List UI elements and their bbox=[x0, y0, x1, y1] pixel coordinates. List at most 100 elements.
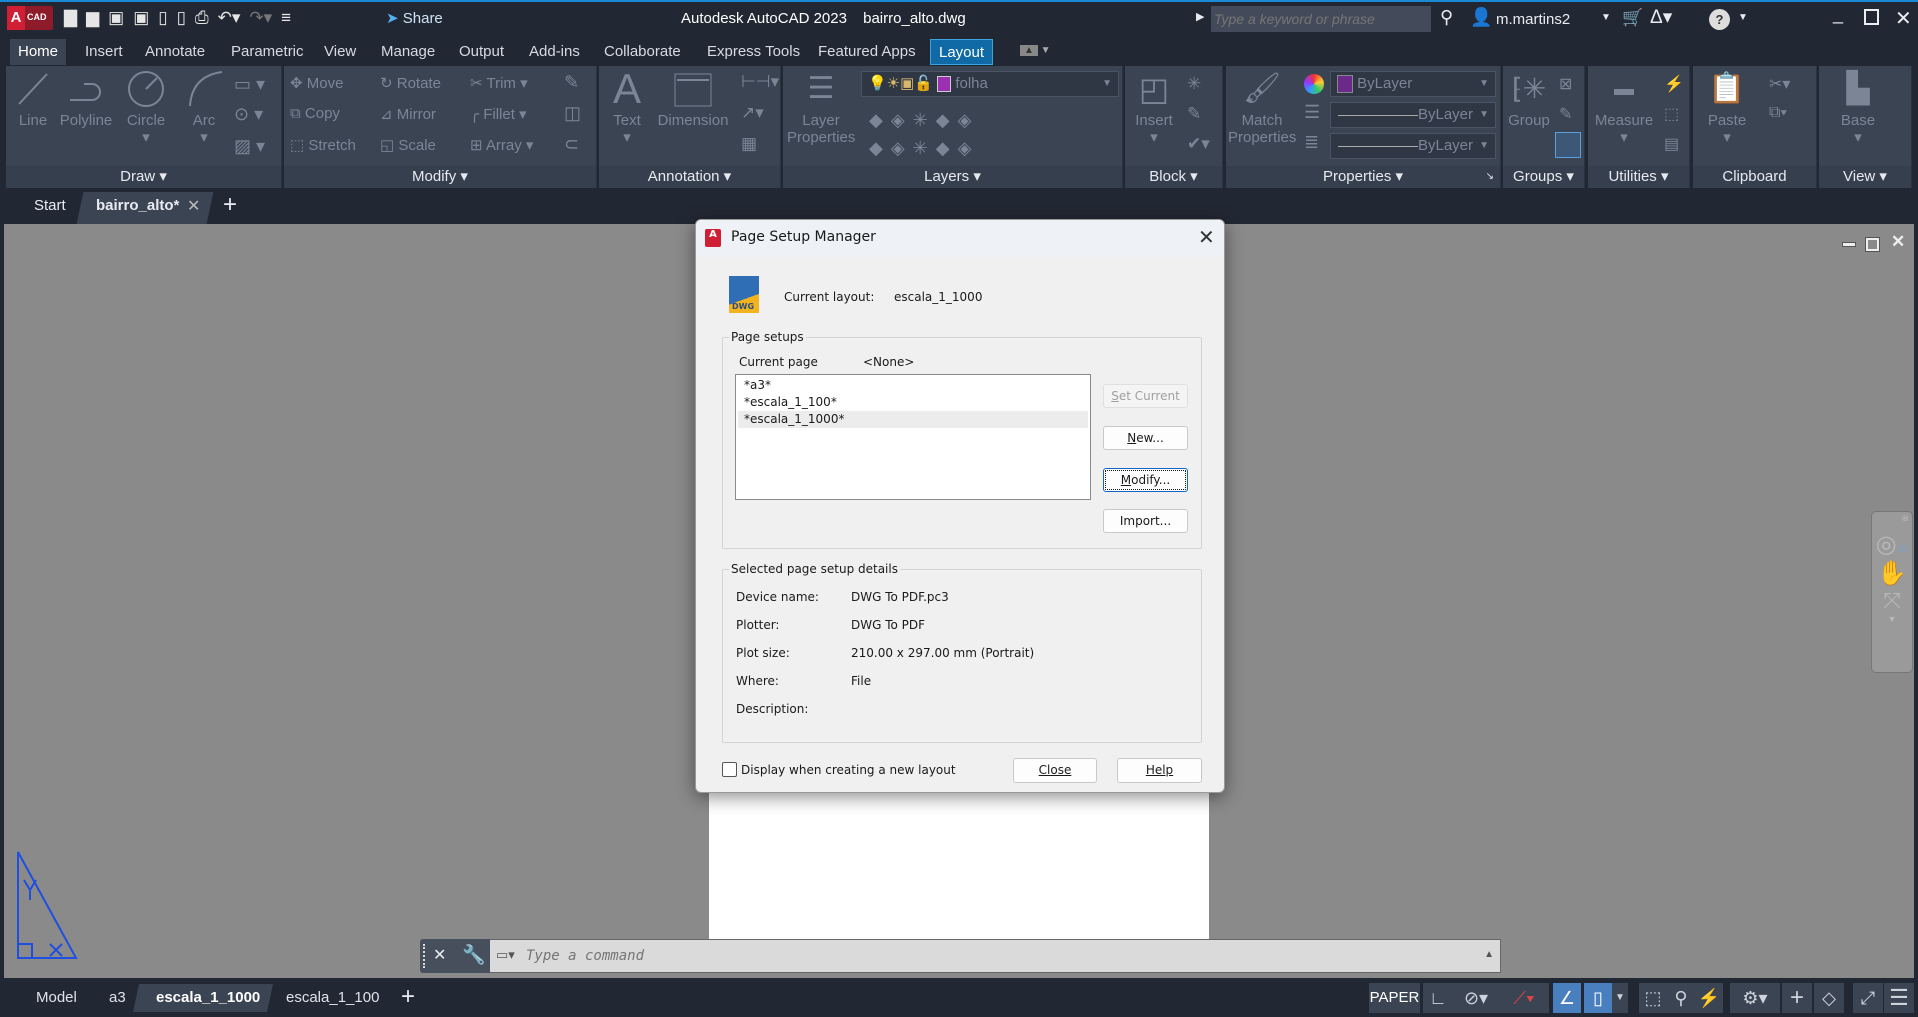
customize-qat-icon[interactable]: ≡ bbox=[281, 8, 291, 28]
layout-tab-a3[interactable]: a3 bbox=[99, 984, 136, 1012]
command-input[interactable] bbox=[526, 944, 1426, 968]
user-icon[interactable]: 👤 bbox=[1470, 7, 1492, 28]
dialog-launcher-icon[interactable]: ↘ bbox=[1486, 166, 1494, 188]
layout-tab-model[interactable]: Model bbox=[26, 984, 87, 1012]
dimension-button[interactable]: Dimension bbox=[655, 70, 731, 129]
annotation-monitor-icon[interactable]: + bbox=[1782, 983, 1812, 1013]
explode-icon[interactable]: ◫ bbox=[564, 103, 581, 124]
list-item[interactable]: *escala_1_100* bbox=[738, 394, 1088, 411]
tab-manage[interactable]: Manage bbox=[373, 39, 443, 65]
viewport-restore-icon[interactable] bbox=[1865, 237, 1880, 252]
app-logo[interactable]: A CAD bbox=[7, 6, 53, 30]
panel-title-block[interactable]: Block ▾ bbox=[1125, 166, 1222, 188]
panel-title-draw[interactable]: Draw ▾ bbox=[6, 166, 281, 188]
group-selection-icon[interactable] bbox=[1555, 132, 1581, 158]
annotation-visibility-icon[interactable]: ∠ bbox=[1553, 983, 1581, 1013]
panel-title-properties[interactable]: Properties ▾ ↘ bbox=[1226, 166, 1500, 188]
layer-dropdown[interactable]: 💡☀▣🔓 folha ▼ bbox=[861, 71, 1119, 97]
tab-home[interactable]: Home bbox=[10, 39, 67, 65]
rotate-button[interactable]: ↻ Rotate bbox=[380, 74, 441, 92]
steering-wheel-icon[interactable]: ◎2D bbox=[1872, 530, 1912, 559]
quick-select-icon[interactable]: ⚡ bbox=[1664, 74, 1684, 94]
edit-block-icon[interactable]: ✎ bbox=[1187, 104, 1201, 124]
group-edit-icon[interactable]: ✎ bbox=[1559, 104, 1572, 124]
save-icon[interactable]: ▣ bbox=[108, 8, 124, 28]
offset-icon[interactable]: ⊂ bbox=[564, 134, 579, 155]
page-setups-list[interactable]: *a3* *escala_1_100* *escala_1_1000* bbox=[735, 374, 1091, 500]
move-button[interactable]: ✥ Move bbox=[290, 74, 343, 92]
list-item[interactable]: *a3* bbox=[738, 377, 1088, 394]
lineweight-dropdown[interactable]: ByLayer ▼ bbox=[1330, 133, 1496, 159]
save-to-web-icon[interactable]: ▯ bbox=[177, 8, 186, 28]
modify-button[interactable]: Modify... bbox=[1103, 468, 1188, 492]
lineweight-icon[interactable]: ≣ bbox=[1304, 132, 1319, 153]
panel-title-annotation[interactable]: Annotation ▾ bbox=[599, 166, 780, 188]
array-button[interactable]: ⊞ Array ▾ bbox=[470, 136, 533, 154]
calculator-icon[interactable]: ▤ bbox=[1664, 134, 1679, 154]
layer-tools-row-2[interactable]: ◆◈✳◆◈ bbox=[869, 138, 979, 159]
plot-icon[interactable]: ⎙ bbox=[195, 8, 209, 28]
panel-title-utilities[interactable]: Utilities ▾ bbox=[1588, 166, 1689, 188]
viewport-scale-icon[interactable]: ▯ bbox=[1584, 983, 1612, 1013]
search-icon[interactable]: ⚲ bbox=[1440, 7, 1453, 28]
layout-tab-escala-1-100[interactable]: escala_1_100 bbox=[276, 984, 389, 1012]
linetype-icon[interactable]: ☰ bbox=[1304, 102, 1320, 123]
close-command-line-icon[interactable]: ✕ bbox=[433, 945, 446, 965]
tab-annotate[interactable]: Annotate bbox=[137, 39, 213, 65]
panel-title-clipboard[interactable]: Clipboard bbox=[1693, 166, 1816, 188]
minimize-window-icon[interactable]: _ bbox=[1833, 4, 1843, 25]
search-input[interactable] bbox=[1211, 6, 1431, 32]
mirror-button[interactable]: ⊿ Mirror bbox=[380, 105, 436, 123]
copy-button[interactable]: ⧉ Copy bbox=[290, 105, 340, 122]
base-view-button[interactable]: ▙ Base ▾ bbox=[1833, 70, 1883, 146]
text-button[interactable]: A Text ▾ bbox=[605, 68, 649, 147]
share-button[interactable]: ➤ Share bbox=[386, 9, 443, 27]
tab-output[interactable]: Output bbox=[451, 39, 512, 65]
redo-icon[interactable]: ↷▾ bbox=[249, 8, 272, 28]
navbar-dropdown-icon[interactable]: ▼ bbox=[1872, 614, 1912, 624]
isometric-icon[interactable]: ⟋▾ bbox=[1499, 983, 1549, 1013]
zoom-extents-icon[interactable]: ⤧ bbox=[1872, 588, 1912, 614]
ortho-icon[interactable]: ∟ bbox=[1423, 983, 1453, 1013]
new-file-icon[interactable]: ▇ bbox=[64, 8, 77, 28]
layer-tools-row-1[interactable]: ◆◈✳◆◈ bbox=[869, 110, 979, 131]
trim-button[interactable]: ✂ Trim ▾ bbox=[470, 74, 528, 92]
customize-wrench-icon[interactable]: 🔧 bbox=[462, 943, 486, 967]
color-wheel-icon[interactable] bbox=[1304, 74, 1324, 94]
insert-block-button[interactable]: ◰ Insert ▾ bbox=[1129, 70, 1179, 146]
layer-properties-button[interactable]: ☰ Layer Properties bbox=[787, 70, 855, 146]
tab-layout[interactable]: Layout bbox=[930, 39, 994, 65]
stretch-button[interactable]: ⬚ Stretch bbox=[290, 136, 356, 154]
tab-add-ins[interactable]: Add-ins bbox=[521, 39, 588, 65]
username[interactable]: m.martins2 bbox=[1496, 11, 1570, 28]
erase-icon[interactable]: ✎ bbox=[564, 72, 579, 93]
viewport-dropdown-icon[interactable]: ▼ bbox=[1612, 983, 1628, 1013]
customization-menu-icon[interactable]: ☰ bbox=[1884, 983, 1914, 1013]
command-history-icon[interactable]: ▭▾ bbox=[496, 947, 515, 963]
help-icon[interactable]: ? bbox=[1709, 9, 1730, 30]
cart-icon[interactable]: 🛒 bbox=[1622, 8, 1643, 28]
paste-button[interactable]: 📋 Paste ▾ bbox=[1701, 70, 1753, 146]
linear-dimension-icon[interactable]: ⊢⊣▾ bbox=[741, 72, 779, 92]
undo-icon[interactable]: ↶▾ bbox=[218, 8, 241, 28]
panel-title-view[interactable]: View ▾ bbox=[1819, 166, 1911, 188]
arc-button[interactable]: Arc ▾ bbox=[182, 70, 226, 146]
auto-scale-icon[interactable]: ⚡ bbox=[1695, 983, 1723, 1013]
close-window-icon[interactable]: ✕ bbox=[1895, 6, 1912, 31]
help-dropdown-icon[interactable]: ▼ bbox=[1738, 12, 1748, 23]
rectangle-icon[interactable]: ▭ ▾ bbox=[234, 74, 265, 95]
isolate-objects-icon[interactable]: ◇ bbox=[1814, 983, 1844, 1013]
scale-button[interactable]: ◱ Scale bbox=[380, 136, 436, 154]
search-expand-icon[interactable]: ▶ bbox=[1196, 10, 1204, 23]
tab-express-tools[interactable]: Express Tools bbox=[699, 39, 808, 65]
polyline-button[interactable]: Polyline bbox=[56, 70, 116, 129]
new-tab-icon[interactable]: + bbox=[223, 191, 237, 219]
copy-clip-icon[interactable]: ⧉▾ bbox=[1769, 104, 1787, 122]
ungroup-icon[interactable]: ⊠ bbox=[1559, 74, 1572, 94]
panel-title-groups[interactable]: Groups ▾ bbox=[1503, 166, 1584, 188]
paper-space-toggle[interactable]: PAPER bbox=[1369, 983, 1420, 1013]
measure-button[interactable]: ▬ Measure ▾ bbox=[1592, 70, 1656, 146]
line-button[interactable]: Line bbox=[12, 70, 54, 129]
tab-collaborate[interactable]: Collaborate bbox=[596, 39, 689, 65]
hatch-icon[interactable]: ▨ ▾ bbox=[234, 136, 265, 157]
